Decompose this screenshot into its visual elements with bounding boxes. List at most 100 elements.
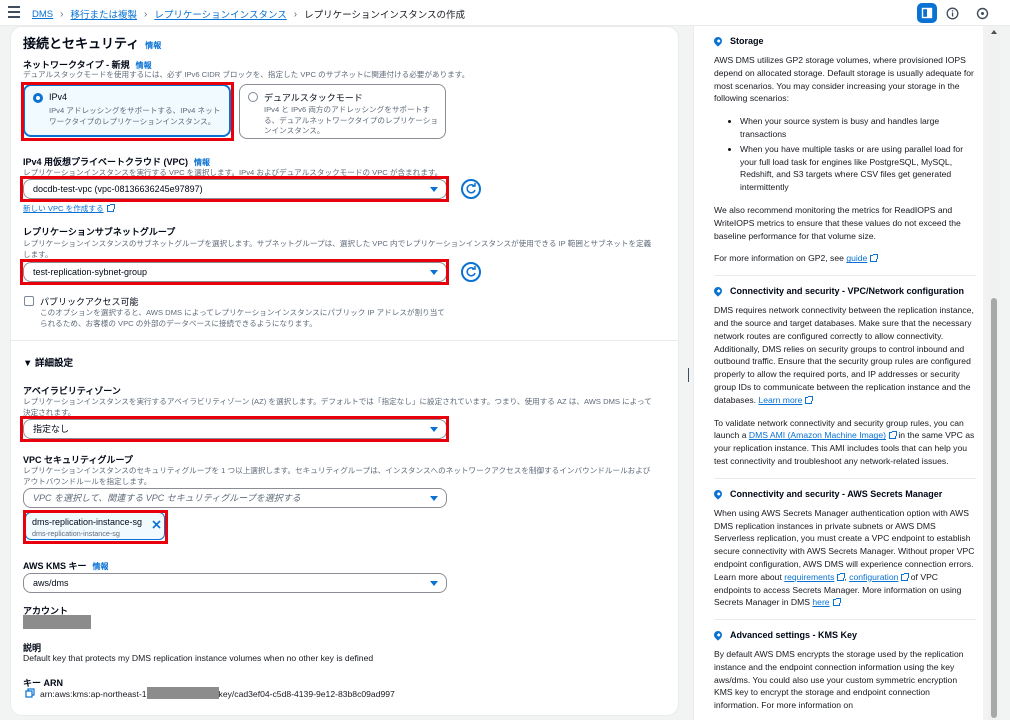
- az-desc: レプリケーションインスタンスを実行するアベイラビリティゾーン (AZ) を選択し…: [23, 396, 673, 418]
- kms-key-select[interactable]: aws/dms: [23, 573, 447, 593]
- advanced-settings-toggle[interactable]: ▼ 詳細設定: [23, 355, 73, 369]
- info-icon: [946, 7, 958, 19]
- caret-down-icon: [430, 581, 438, 586]
- sg-select-placeholder: VPC を選択して、関連する VPC セキュリティグループを選択する: [33, 493, 301, 503]
- menu-icon[interactable]: [8, 6, 20, 18]
- sg-desc: レプリケーションインスタンスのセキュリティグループを 1 つ以上選択します。セキ…: [23, 465, 673, 487]
- dual-desc-line3: ンインスタンス。: [264, 126, 325, 135]
- external-link-icon: [832, 598, 841, 607]
- scroll-up-icon[interactable]: [991, 30, 997, 34]
- highlight-box: [20, 259, 449, 285]
- secrets-manager-heading-text: Connectivity and security - AWS Secrets …: [730, 488, 943, 499]
- breadcrumb-current: レプリケーションインスタンスの作成: [304, 10, 466, 21]
- external-link-icon: [888, 431, 897, 440]
- highlight-box: [20, 176, 449, 202]
- highlight-box: [21, 82, 234, 141]
- chevron-right-icon: ›: [143, 8, 148, 20]
- az-desc-line1: レプリケーションインスタンスを実行するアベイラビリティゾーン (AZ) を選択し…: [23, 397, 652, 406]
- public-access-desc: このオプションを選択すると、AWS DMS によってレプリケーションインスタンス…: [40, 307, 445, 329]
- section-title: 接続とセキュリティ 情報: [23, 33, 161, 52]
- breadcrumb-replication-instances[interactable]: レプリケーションインスタンス: [154, 7, 286, 21]
- network-type-desc: デュアルスタックモードを使用するには、必ず IPv6 CIDR ブロックを、指定…: [23, 70, 470, 79]
- vpc-label-text: IPv4 用仮想プライベートクラウド (VPC): [23, 157, 189, 167]
- network-type-dual-tile[interactable]: デュアルスタックモード IPv4 と IPv6 両方のアドレッシングをサポートす…: [239, 84, 446, 139]
- key-arn-value: arn:aws:kms:ap-northeast-1 key/cad3ef04-c…: [40, 687, 395, 699]
- vpc-network-heading: Connectivity and security - VPC/Network …: [712, 285, 976, 297]
- subnet-desc: レプリケーションインスタンスのサブネットグループを選択します。サブネットグループ…: [23, 238, 663, 260]
- top-bar: DMS › 移行または複製 › レプリケーションインスタンス › レプリケーショ…: [0, 0, 1010, 26]
- divider: [714, 619, 976, 621]
- section-info-link[interactable]: 情報: [145, 41, 161, 50]
- kms-key-p1: By default AWS DMS encrypts the storage …: [714, 649, 964, 711]
- requirements-link[interactable]: requirements: [784, 572, 834, 582]
- dual-desc-line2: る、デュアルネットワークタイプのレプリケーショ: [264, 115, 438, 125]
- create-vpc-link[interactable]: 新しい VPC を作成する: [23, 203, 115, 214]
- divider: [714, 275, 976, 277]
- vpc-info-link[interactable]: 情報: [194, 158, 210, 167]
- sg-select[interactable]: VPC を選択して、関連する VPC セキュリティグループを選択する: [23, 488, 447, 508]
- refresh-icon: [466, 183, 476, 194]
- storage-heading-text: Storage: [730, 36, 764, 46]
- subnet-desc-line1: レプリケーションインスタンスのサブネットグループを選択します。サブネットグループ…: [23, 239, 652, 248]
- sg-desc-line1: レプリケーションインスタンスのセキュリティグループを 1 つ以上選択します。セキ…: [23, 466, 651, 475]
- storage-p1: AWS DMS utilizes GP2 storage volumes, wh…: [714, 55, 974, 104]
- kms-info-link[interactable]: 情報: [93, 562, 109, 571]
- external-link-icon: [901, 572, 910, 581]
- external-link-icon: [106, 204, 115, 212]
- storage-heading: Storage: [712, 35, 976, 47]
- chevron-right-icon: ›: [60, 8, 64, 20]
- divider: [11, 340, 678, 341]
- help-panel-scrollbar[interactable]: [988, 26, 1000, 720]
- public-access-desc-line1: このオプションを選択すると、AWS DMS によってレプリケーションインスタンス…: [40, 308, 445, 317]
- public-access-checkbox[interactable]: [24, 296, 34, 306]
- vpc-refresh-button[interactable]: [461, 179, 481, 199]
- storage-p2: We also recommend monitoring the metrics…: [714, 204, 961, 241]
- section-title-text: 接続とセキュリティ: [23, 36, 140, 51]
- gp2-guide-link[interactable]: guide: [846, 253, 867, 263]
- location-pin-icon: [712, 488, 724, 500]
- kms-select-value: aws/dms: [33, 578, 69, 588]
- kms-key-heading: Advanced settings - KMS Key: [712, 629, 976, 641]
- description-value: Default key that protects my DMS replica…: [23, 653, 374, 663]
- help-panel: Storage AWS DMS utilizes GP2 storage vol…: [693, 26, 983, 720]
- caret-down-icon: [430, 496, 438, 501]
- key-arn-redacted: [146, 687, 219, 699]
- storage-list-item: When you have multiple tasks or are usin…: [740, 143, 976, 194]
- learn-more-link[interactable]: Learn more: [758, 395, 802, 405]
- secrets-manager-p1-text: When using AWS Secrets Manager authentic…: [714, 507, 975, 582]
- dms-ami-link[interactable]: DMS AMI (Amazon Machine Image): [749, 430, 886, 440]
- breadcrumb-migrate[interactable]: 移行または複製: [70, 7, 137, 21]
- dual-stack-radio[interactable]: [248, 92, 258, 102]
- sg-desc-line2: アウトバウンドルールを指定します。: [23, 477, 152, 486]
- external-link-icon: [805, 395, 814, 404]
- dual-desc-line1: IPv4 と IPv6 両方のアドレッシングをサポートす: [264, 105, 430, 114]
- dual-title: デュアルスタックモード: [264, 93, 363, 103]
- settings-button[interactable]: [972, 3, 992, 23]
- public-access-desc-line2: られるため、お客様の VPC の外部のデータベースに接続できるようになります。: [40, 319, 317, 328]
- here-link[interactable]: here: [812, 597, 829, 607]
- secrets-manager-p1: When using AWS Secrets Manager authentic…: [714, 507, 976, 609]
- breadcrumb-dms[interactable]: DMS: [32, 9, 53, 20]
- storage-list-item: When your source system is busy and hand…: [740, 115, 976, 141]
- storage-p3: For more information on GP2, see guide: [714, 252, 976, 265]
- subnet-label: レプリケーションサブネットグループ: [23, 227, 176, 237]
- kms-label: AWS KMS キー 情報: [23, 559, 109, 572]
- copy-icon[interactable]: [25, 688, 35, 698]
- configuration-link[interactable]: configuration: [849, 572, 898, 582]
- location-pin-icon: [712, 35, 724, 47]
- panel-icon: [921, 7, 933, 19]
- connectivity-security-card: 接続とセキュリティ 情報 ネットワークタイプ - 新規 情報 デュアルスタックモード…: [10, 26, 679, 716]
- highlight-box: [20, 416, 449, 442]
- location-pin-icon: [712, 285, 724, 297]
- panel-resize-handle[interactable]: [688, 368, 689, 382]
- info-button[interactable]: [942, 3, 962, 23]
- vpc-network-p1-text: DMS requires network connectivity betwee…: [714, 305, 974, 405]
- key-arn-prefix: arn:aws:kms:ap-northeast-1: [40, 689, 147, 699]
- help-panel-button[interactable]: [917, 3, 937, 23]
- location-pin-icon: [712, 629, 724, 641]
- kms-key-heading-text: Advanced settings - KMS Key: [730, 630, 858, 641]
- subnet-refresh-button[interactable]: [461, 262, 481, 282]
- create-vpc-link-text[interactable]: 新しい VPC を作成する: [23, 204, 104, 213]
- key-arn-suffix: key/cad3ef04-c5d8-4139-9e12-83b8c09ad997: [218, 689, 395, 699]
- scrollbar-thumb[interactable]: [991, 298, 997, 718]
